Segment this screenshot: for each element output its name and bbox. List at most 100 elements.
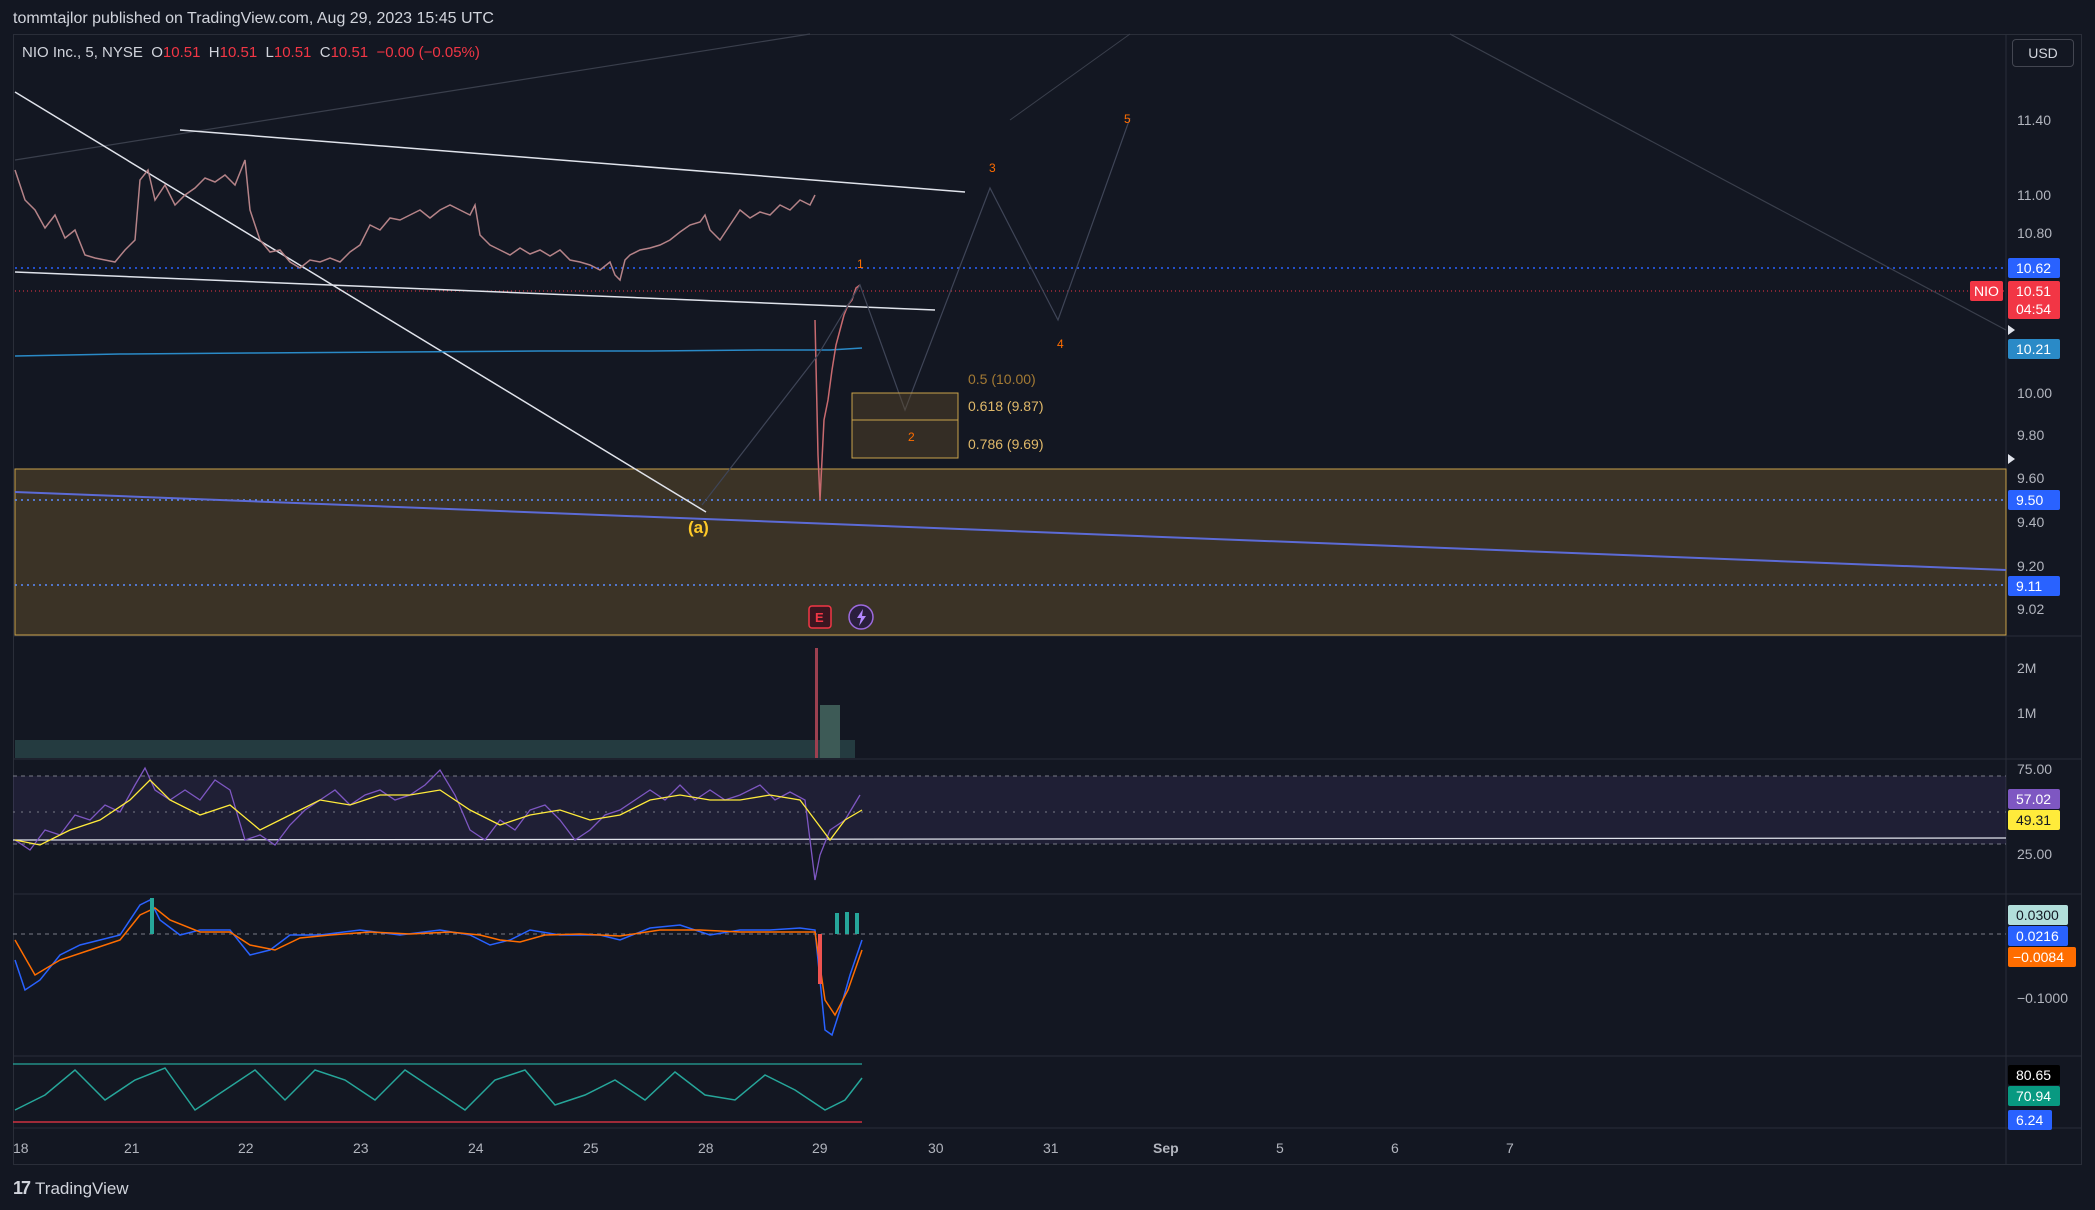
price-axis-ticks[interactable]: 11.40 11.00 10.80 10.00 9.80 9.60 9.40 9… [2017, 112, 2052, 617]
svg-text:25.00: 25.00 [2017, 846, 2052, 862]
price-tag-9-11[interactable]: 9.11 [2008, 576, 2060, 596]
wave-1-label[interactable]: 1 [857, 257, 864, 271]
svg-text:E: E [815, 610, 824, 625]
svg-text:24: 24 [468, 1140, 484, 1156]
svg-text:11.00: 11.00 [2017, 187, 2051, 203]
svg-text:0.0216: 0.0216 [2016, 928, 2059, 944]
svg-text:31: 31 [1043, 1140, 1059, 1156]
svg-text:9.20: 9.20 [2017, 558, 2044, 574]
currency-button[interactable]: USD [2012, 39, 2074, 67]
svg-text:23: 23 [353, 1140, 369, 1156]
svg-text:80.65: 80.65 [2016, 1067, 2051, 1083]
low-label: L [265, 44, 274, 61]
tradingview-footer[interactable]: 17 TradingView [13, 1178, 129, 1199]
svg-text:9.11: 9.11 [2016, 578, 2042, 594]
svg-text:10.80: 10.80 [2017, 225, 2052, 241]
macd-signal-line [14, 907, 863, 1017]
svg-text:9.60: 9.60 [2017, 470, 2044, 486]
wave-4-label[interactable]: 4 [1057, 337, 1064, 351]
svg-text:28: 28 [698, 1140, 714, 1156]
svg-text:Sep: Sep [1153, 1140, 1179, 1156]
fib-box-upper[interactable] [851, 392, 959, 421]
svg-text:−0.0084: −0.0084 [2013, 949, 2064, 965]
rsi-band [13, 776, 2006, 844]
svg-text:5: 5 [1276, 1140, 1284, 1156]
volume-axis-ticks: 2M 1M [2017, 660, 2036, 721]
tradingview-logo-icon: 17 [13, 1178, 31, 1198]
svg-text:29: 29 [812, 1140, 828, 1156]
rsi-value-tag: 57.02 [2008, 789, 2060, 809]
fib-0-5-label[interactable]: 0.5 (10.00) [968, 371, 1036, 387]
svg-text:7: 7 [1506, 1140, 1514, 1156]
svg-text:6.24: 6.24 [2016, 1112, 2043, 1128]
macd-line [14, 898, 863, 1037]
osc-value-tag-1: 80.65 [2008, 1065, 2060, 1085]
open-label: O [151, 44, 163, 61]
footer-brand: TradingView [35, 1178, 129, 1198]
dividend-lightning-icon[interactable] [848, 604, 874, 630]
high-label: H [208, 44, 220, 61]
svg-text:1M: 1M [2017, 705, 2036, 721]
support-zone[interactable] [14, 468, 2007, 636]
svg-text:57.02: 57.02 [2016, 791, 2051, 807]
svg-text:30: 30 [928, 1140, 944, 1156]
svg-text:21: 21 [124, 1140, 140, 1156]
descending-line[interactable] [14, 91, 707, 513]
price-series [14, 159, 816, 282]
symbol-legend[interactable]: NIO Inc., 5, NYSE O10.51 H10.51 L10.51 C… [22, 44, 480, 61]
svg-text:18: 18 [13, 1140, 29, 1156]
wave-2-label[interactable]: 2 [908, 430, 915, 444]
svg-text:9.80: 9.80 [2017, 427, 2044, 443]
svg-text:25: 25 [583, 1140, 599, 1156]
macd-signal-tag: −0.0084 [2008, 947, 2076, 967]
svg-text:0.0300: 0.0300 [2016, 907, 2059, 923]
macd-axis-tick: −0.1000 [2017, 990, 2068, 1006]
svg-text:9.50: 9.50 [2016, 492, 2043, 508]
svg-text:6: 6 [1391, 1140, 1399, 1156]
svg-text:NIO: NIO [1974, 283, 1999, 299]
wave-5-label[interactable]: 5 [1124, 112, 1131, 126]
high-value: 10.51 [219, 44, 258, 61]
svg-text:49.31: 49.31 [2016, 812, 2051, 828]
lower-channel-line[interactable] [14, 271, 936, 311]
low-value: 10.51 [273, 44, 312, 61]
nio-symbol-tag[interactable]: NIO [1970, 281, 2003, 301]
change-value: −0.00 (−0.05%) [376, 44, 480, 61]
fib-0-618-label[interactable]: 0.618 (9.87) [968, 398, 1044, 414]
close-label: C [319, 44, 331, 61]
osc-value-tag-2: 70.94 [2008, 1086, 2060, 1106]
oscillator-line [14, 1067, 863, 1112]
rsi-ma-value-tag: 49.31 [2008, 810, 2060, 830]
volume-pane [15, 648, 855, 758]
upper-channel-line[interactable] [179, 129, 966, 193]
wave-a-label[interactable]: (a) [688, 518, 709, 537]
last-price-tag[interactable]: 10.51 04:54 [2008, 281, 2060, 319]
svg-text:9.02: 9.02 [2017, 601, 2044, 617]
svg-text:9.40: 9.40 [2017, 514, 2044, 530]
svg-text:10.62: 10.62 [2016, 260, 2051, 276]
ma-value-tag[interactable]: 10.21 [2008, 339, 2060, 359]
osc-value-tag-3: 6.24 [2008, 1110, 2052, 1130]
svg-text:10.00: 10.00 [2017, 385, 2052, 401]
wave-3-label[interactable]: 3 [989, 161, 996, 175]
macd-histogram-tag: 0.0300 [2008, 905, 2068, 925]
svg-text:2M: 2M [2017, 660, 2036, 676]
price-tag-10-62[interactable]: 10.62 [2008, 258, 2060, 278]
price-tag-9-50[interactable]: 9.50 [2008, 490, 2060, 510]
macd-value-tag: 0.0216 [2008, 926, 2068, 946]
open-value: 10.51 [162, 44, 201, 61]
time-axis[interactable]: 18 21 22 23 24 25 28 29 30 31 Sep 5 6 7 [13, 1140, 1514, 1156]
svg-text:22: 22 [238, 1140, 254, 1156]
earnings-badge[interactable]: E [808, 605, 832, 629]
svg-text:75.00: 75.00 [2017, 761, 2052, 777]
fib-box-lower[interactable] [851, 419, 959, 459]
svg-text:10.51: 10.51 [2016, 283, 2051, 299]
symbol-name[interactable]: NIO Inc., 5, NYSE [22, 44, 143, 61]
svg-text:70.94: 70.94 [2016, 1088, 2051, 1104]
close-value: 10.51 [330, 44, 369, 61]
svg-text:11.40: 11.40 [2017, 112, 2051, 128]
svg-text:04:54: 04:54 [2016, 301, 2051, 317]
chart-canvas[interactable]: 11.40 11.00 10.80 10.00 9.80 9.60 9.40 9… [0, 0, 2095, 1210]
svg-text:10.21: 10.21 [2016, 341, 2051, 357]
fib-0-786-label[interactable]: 0.786 (9.69) [968, 436, 1044, 452]
